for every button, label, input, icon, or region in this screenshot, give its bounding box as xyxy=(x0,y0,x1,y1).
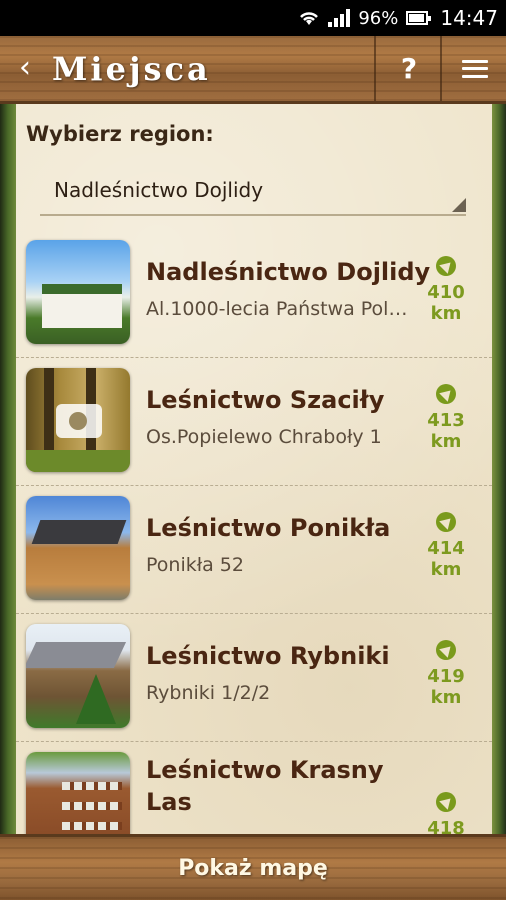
dropdown-arrow-icon xyxy=(452,198,466,212)
distance-block: 419 km xyxy=(414,640,478,708)
place-name: Nadleśnictwo Dojlidy xyxy=(146,258,431,286)
place-address: Rybniki 1/2/2 xyxy=(146,682,271,704)
region-label: Wybierz region: xyxy=(26,122,214,146)
place-address: Os.Popielewo Chraboły 1 xyxy=(146,426,382,448)
hamburger-menu-icon xyxy=(462,59,488,78)
place-name: Leśnictwo Szaciły xyxy=(146,386,385,414)
wifi-icon xyxy=(298,9,320,27)
place-distance: 413 km xyxy=(427,410,465,452)
place-distance: 410 km xyxy=(427,282,465,324)
list-item[interactable]: Nadleśnictwo Dojlidy Al.1000-lecia Państ… xyxy=(16,230,492,358)
list-item[interactable]: Leśnictwo Rybniki Rybniki 1/2/2 419 km xyxy=(16,614,492,742)
clock: 14:47 xyxy=(440,6,498,30)
bottom-bar: Pokaż mapę xyxy=(0,834,506,900)
menu-button[interactable] xyxy=(440,36,506,101)
place-address: Ponikła 52 xyxy=(146,554,244,576)
navigation-icon xyxy=(436,256,456,276)
place-photo xyxy=(26,752,130,840)
place-photo xyxy=(26,240,130,344)
list-item[interactable]: Leśnictwo Ponikła Ponikła 52 414 km xyxy=(16,486,492,614)
places-list: Nadleśnictwo Dojlidy Al.1000-lecia Państ… xyxy=(16,230,492,840)
page-title: Miejsca xyxy=(52,50,211,88)
battery-percent: 96% xyxy=(358,7,399,29)
forest-background-right xyxy=(492,104,506,834)
place-distance: 419 km xyxy=(427,666,465,708)
show-map-label: Pokaż mapę xyxy=(178,856,328,881)
region-select[interactable]: Nadleśnictwo Dojlidy xyxy=(40,170,466,216)
place-photo xyxy=(26,496,130,600)
distance-block: 410 km xyxy=(414,256,478,324)
place-address: Al.1000-lecia Państwa Polskiego xyxy=(146,298,411,320)
region-select-value: Nadleśnictwo Dojlidy xyxy=(54,178,264,202)
distance-block: 418 km xyxy=(414,792,478,840)
battery-icon xyxy=(406,11,432,25)
status-bar: 96% 14:47 xyxy=(0,0,506,36)
place-photo xyxy=(26,368,130,472)
signal-icon xyxy=(328,9,351,27)
distance-block: 414 km xyxy=(414,512,478,580)
place-name: Leśnictwo Rybniki xyxy=(146,642,390,670)
place-name: Leśnictwo Ponikła xyxy=(146,514,391,542)
navigation-icon xyxy=(436,512,456,532)
list-item[interactable]: Leśnictwo Szaciły Os.Popielewo Chraboły … xyxy=(16,358,492,486)
navigation-icon xyxy=(436,792,456,812)
navigation-icon xyxy=(436,384,456,404)
back-arrow-icon[interactable]: ‹ xyxy=(10,53,40,84)
place-name: Leśnictwo Krasny Las xyxy=(146,756,384,816)
list-item[interactable]: Leśnictwo Krasny Las 418 km xyxy=(16,742,492,840)
forest-background-left xyxy=(0,104,16,834)
navigation-icon xyxy=(436,640,456,660)
action-bar: ‹ Miejsca ? xyxy=(0,36,506,104)
places-panel: Wybierz region: Nadleśnictwo Dojlidy Nad… xyxy=(16,104,492,840)
place-photo xyxy=(26,624,130,728)
help-label: ? xyxy=(400,52,418,85)
distance-block: 413 km xyxy=(414,384,478,452)
show-map-button[interactable]: Pokaż mapę xyxy=(0,837,506,900)
camera-icon xyxy=(56,404,102,438)
place-distance: 414 km xyxy=(427,538,465,580)
help-button[interactable]: ? xyxy=(374,36,442,101)
